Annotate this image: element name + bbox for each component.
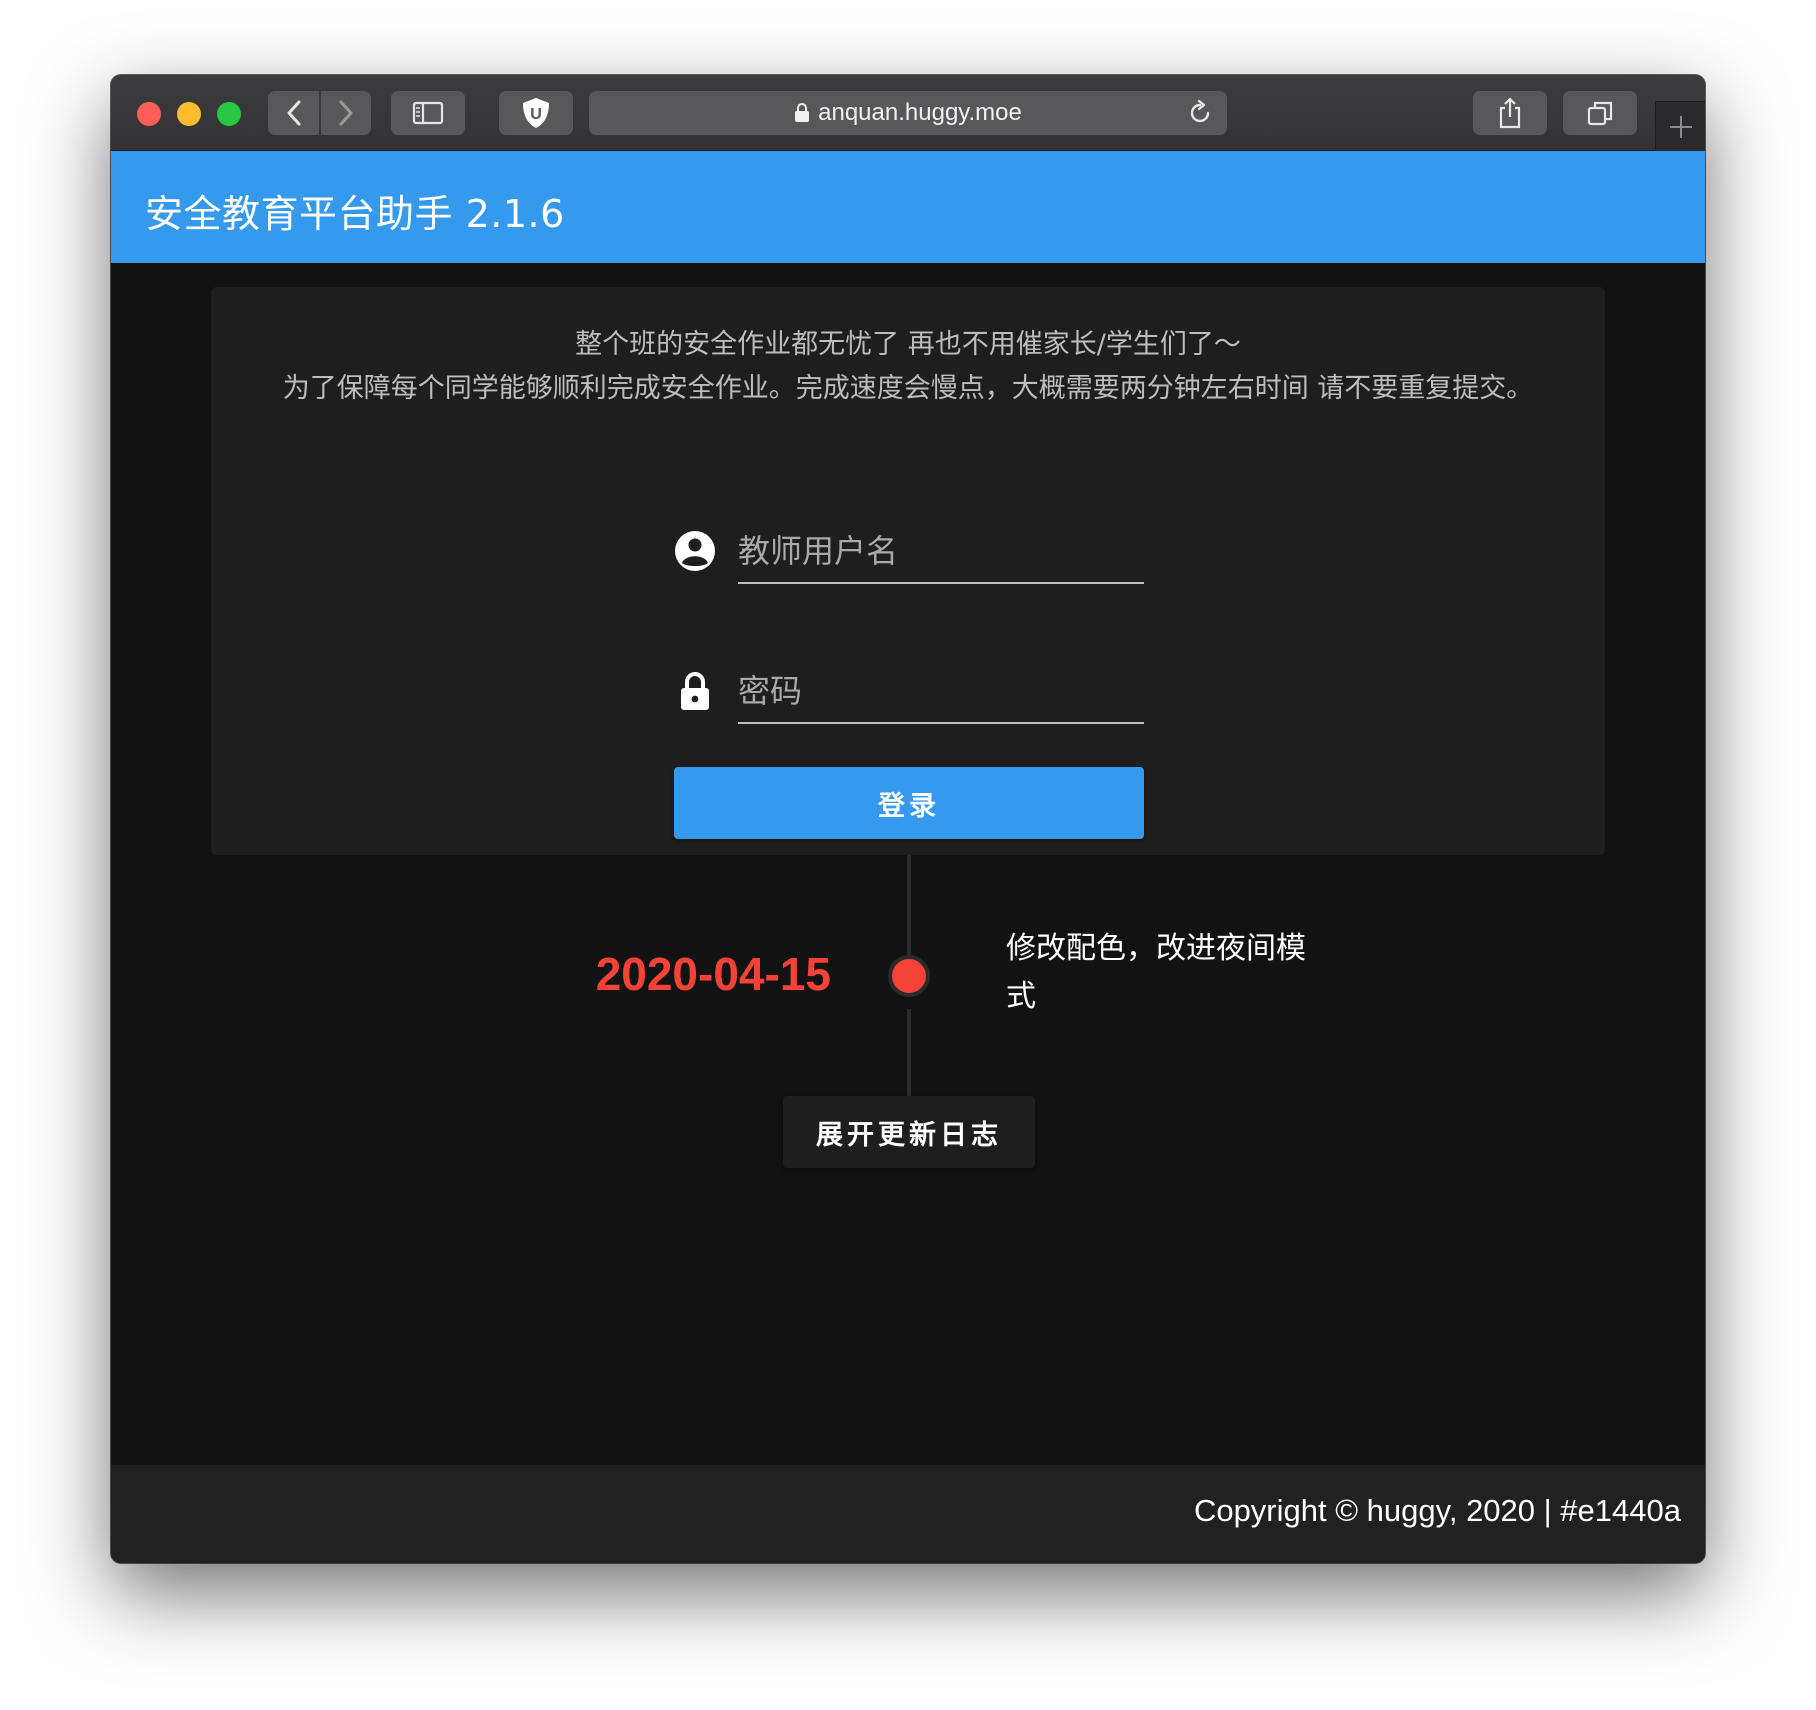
share-icon (1499, 97, 1521, 129)
timeline-dot (888, 955, 930, 997)
plus-icon (1669, 115, 1692, 138)
address-bar[interactable]: anquan.huggy.moe (589, 91, 1227, 135)
account-circle-icon (675, 531, 715, 571)
password-input[interactable] (738, 660, 1144, 724)
back-button[interactable] (268, 91, 319, 135)
intro-line-2: 为了保障每个同学能够顺利完成安全作业。完成速度会慢点，大概需要两分钟左右时间 请… (282, 373, 1534, 404)
tab-overview-button[interactable] (1563, 91, 1637, 135)
sidebar-icon (412, 101, 444, 125)
new-tab-button[interactable] (1655, 101, 1705, 151)
share-button[interactable] (1473, 91, 1547, 135)
password-field (674, 660, 1144, 724)
forward-button[interactable] (321, 91, 371, 135)
minimize-window-button[interactable] (177, 102, 201, 126)
page-title: 安全教育平台助手 2.1.6 (145, 192, 565, 236)
login-button[interactable]: 登录 (674, 767, 1144, 839)
reload-icon (1190, 99, 1210, 123)
tabs-overview-icon (1587, 101, 1613, 126)
extension-button[interactable]: U (499, 91, 573, 135)
reload-button[interactable] (1187, 99, 1213, 133)
address-url: anquan.huggy.moe (818, 99, 1022, 126)
browser-toolbar: U anquan.huggy.moe (111, 75, 1705, 151)
extension-letter: U (530, 106, 542, 123)
chevron-left-icon (287, 100, 300, 126)
intro-line-1: 整个班的安全作业都无忧了 再也不用催家长/学生们了～ (575, 329, 1241, 360)
sidebar-toggle-button[interactable] (391, 91, 465, 135)
timeline-note: 修改配色，改进夜间模式 (1006, 931, 1306, 1014)
browser-window: U anquan.huggy.moe 安全教育平台助手 2.1.6 整个班的安全… (111, 75, 1705, 1563)
copyright-text: Copyright © huggy, 2020 | #e1440a (1193, 1493, 1681, 1528)
expand-changelog-button[interactable]: 展开更新日志 (783, 1096, 1035, 1168)
maximize-window-button[interactable] (217, 102, 241, 126)
lock-icon (795, 103, 810, 122)
ublock-shield-icon: U (523, 98, 549, 128)
footer: Copyright © huggy, 2020 | #e1440a (111, 1465, 1705, 1563)
username-input[interactable] (738, 520, 1144, 584)
username-field (674, 520, 1144, 584)
intro-text: 整个班的安全作业都无忧了 再也不用催家长/学生们了～ 为了保障每个同学能够顺利完… (211, 323, 1605, 411)
lock-icon (681, 672, 709, 710)
close-window-button[interactable] (137, 102, 161, 126)
login-card: 整个班的安全作业都无忧了 再也不用催家长/学生们了～ 为了保障每个同学能够顺利完… (211, 287, 1605, 855)
app-header: 安全教育平台助手 2.1.6 (111, 151, 1705, 263)
timeline-date: 2020-04-15 (595, 948, 831, 1000)
chevron-right-icon (339, 100, 353, 126)
